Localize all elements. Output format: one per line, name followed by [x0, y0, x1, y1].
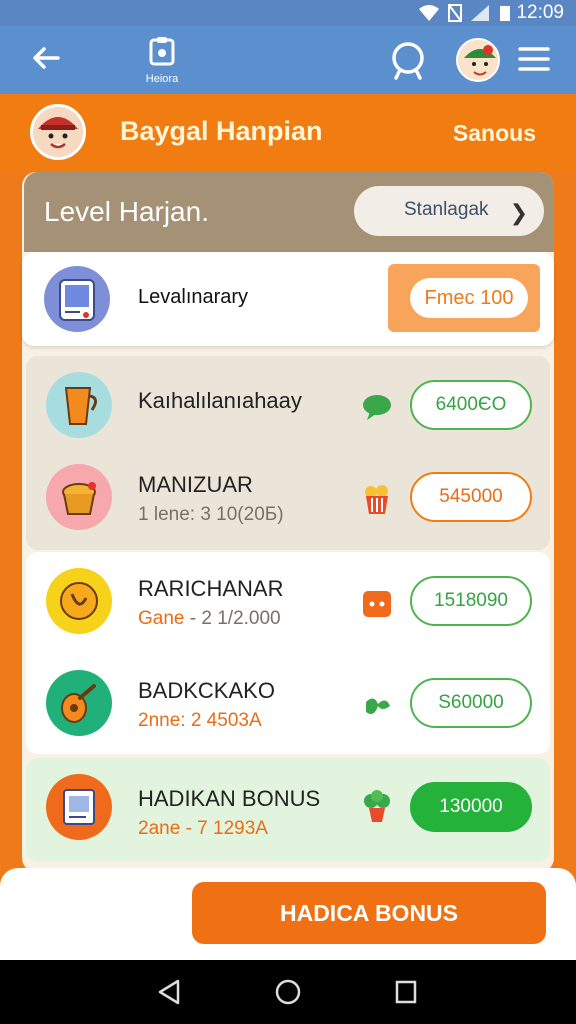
status-bar: 12:09 — [0, 0, 576, 26]
list-item-name: MANIZUAR — [138, 472, 253, 497]
profile-avatar[interactable] — [456, 38, 500, 82]
cup-icon — [64, 387, 97, 425]
nav-home-icon[interactable] — [274, 978, 302, 1006]
list-item[interactable]: BADKCKAKO 2nne: 2 4503A S60000 — [26, 654, 550, 754]
list-item-subtitle: Gane - 2 1/2.000 — [138, 608, 281, 630]
list-item-value[interactable]: 545000 — [410, 472, 532, 522]
list-item-sub-val: - 2 1/2.000 — [189, 608, 281, 629]
location-pin-icon[interactable] — [388, 40, 428, 80]
list-item-sub-val: 3 10(20Б) — [200, 504, 284, 525]
level-item-name: Levalınarary — [138, 286, 249, 308]
chat-bubble-icon — [363, 395, 391, 420]
back-arrow-icon[interactable] — [28, 40, 64, 76]
list-item[interactable]: RARICHANAR Gane - 2 1/2.000 1518090 — [26, 552, 550, 652]
level-item-icon-circle — [44, 266, 110, 332]
app-center-label: Heiora — [145, 73, 179, 85]
clipboard-icon — [149, 37, 175, 66]
status-icons — [418, 4, 512, 22]
list-item-value[interactable]: 6400ЄO — [410, 380, 532, 430]
document-box-icon — [63, 789, 95, 825]
app-bar: Heiora — [0, 26, 576, 94]
status-time: 12:09 — [516, 2, 564, 23]
list-item-sub-key: 1 lene: — [138, 504, 196, 525]
list-item-icon-circle — [46, 372, 112, 438]
list-item-sub-key: 2nne — [138, 710, 181, 731]
list-item-value[interactable]: 130000 — [410, 782, 532, 832]
character-face-icon — [33, 107, 83, 157]
page-title: Baygal Hanpian — [120, 116, 323, 146]
game-die-icon — [363, 591, 391, 617]
level-bar: Level Harjan. Stanlagak ❯ — [24, 172, 554, 252]
list-item-icon-circle — [46, 774, 112, 840]
no-signal-icon — [448, 4, 462, 22]
level-item-button-label: Fmec 100 — [410, 278, 528, 318]
list-item-sub-key: 2ane — [138, 818, 181, 839]
list-item-value[interactable]: 1518090 — [410, 576, 532, 626]
list-item-subtitle: 2nne: 2 4503A — [138, 710, 262, 732]
tablet-icon — [59, 279, 95, 321]
bonus-button[interactable]: HADICA BONUS — [192, 882, 546, 944]
hamburger-menu-icon[interactable] — [516, 44, 552, 74]
potted-plant-icon — [364, 790, 390, 822]
list-item-icon-circle — [46, 464, 112, 530]
wifi-icon — [419, 5, 439, 21]
level-item-button[interactable]: Fmec 100 — [388, 264, 540, 332]
nav-back-icon[interactable] — [156, 978, 182, 1006]
list-item-name: BADKCKAKO — [138, 678, 275, 703]
level-item-card[interactable]: Levalınarary Fmec 100 — [22, 252, 554, 346]
list-item-name: Kaıhalılanıahaay — [138, 388, 302, 413]
list-item-icon-circle — [46, 670, 112, 736]
level-pill-button[interactable]: Stanlagak ❯ — [354, 186, 544, 236]
list-item-sub-val: : 2 4503A — [180, 710, 262, 731]
leaf-icon — [366, 698, 390, 714]
guitar-icon — [61, 684, 96, 723]
header-right-link[interactable]: Sanous — [453, 120, 536, 147]
coin-bag-icon — [60, 582, 98, 620]
battery-icon — [500, 6, 510, 21]
system-nav-bar — [0, 960, 576, 1024]
list-item[interactable]: MANIZUAR 1 lene: 3 10(20Б) 545000 — [26, 448, 550, 548]
list-item-subtitle: 1 lene: 3 10(20Б) — [138, 504, 284, 526]
list-item-name: RARICHANAR — [138, 576, 284, 601]
signal-icon — [471, 5, 489, 21]
avatar-face-icon — [458, 40, 498, 80]
list-item-subtitle: 2ane - 7 1293A — [138, 818, 268, 840]
basket-icon — [62, 482, 96, 515]
chevron-right-icon: ❯ — [509, 200, 528, 225]
list-item-value[interactable]: S60000 — [410, 678, 532, 728]
list-item-name: HADIKAN BONUS — [138, 786, 321, 811]
level-title: Level Harjan. — [44, 196, 209, 227]
app-center-button[interactable]: Heiora — [138, 36, 186, 85]
list-item-sub-key: Gane — [138, 608, 185, 629]
popcorn-icon — [365, 485, 388, 514]
list-item[interactable]: Kaıhalılanıahaay 6400ЄO — [26, 356, 550, 456]
level-pill-label: Stanlagak — [404, 199, 489, 220]
list-item-icon-circle — [46, 568, 112, 634]
page-header: Baygal Hanpian Sanous — [0, 94, 576, 172]
list-item[interactable]: HADIKAN BONUS 2ane - 7 1293A 130000 — [26, 758, 550, 858]
bottom-bar: HADICA BONUS — [0, 868, 576, 960]
list-item-sub-val: - 7 1293A — [185, 818, 268, 839]
header-avatar — [30, 104, 86, 160]
nav-recents-icon[interactable] — [394, 978, 418, 1006]
